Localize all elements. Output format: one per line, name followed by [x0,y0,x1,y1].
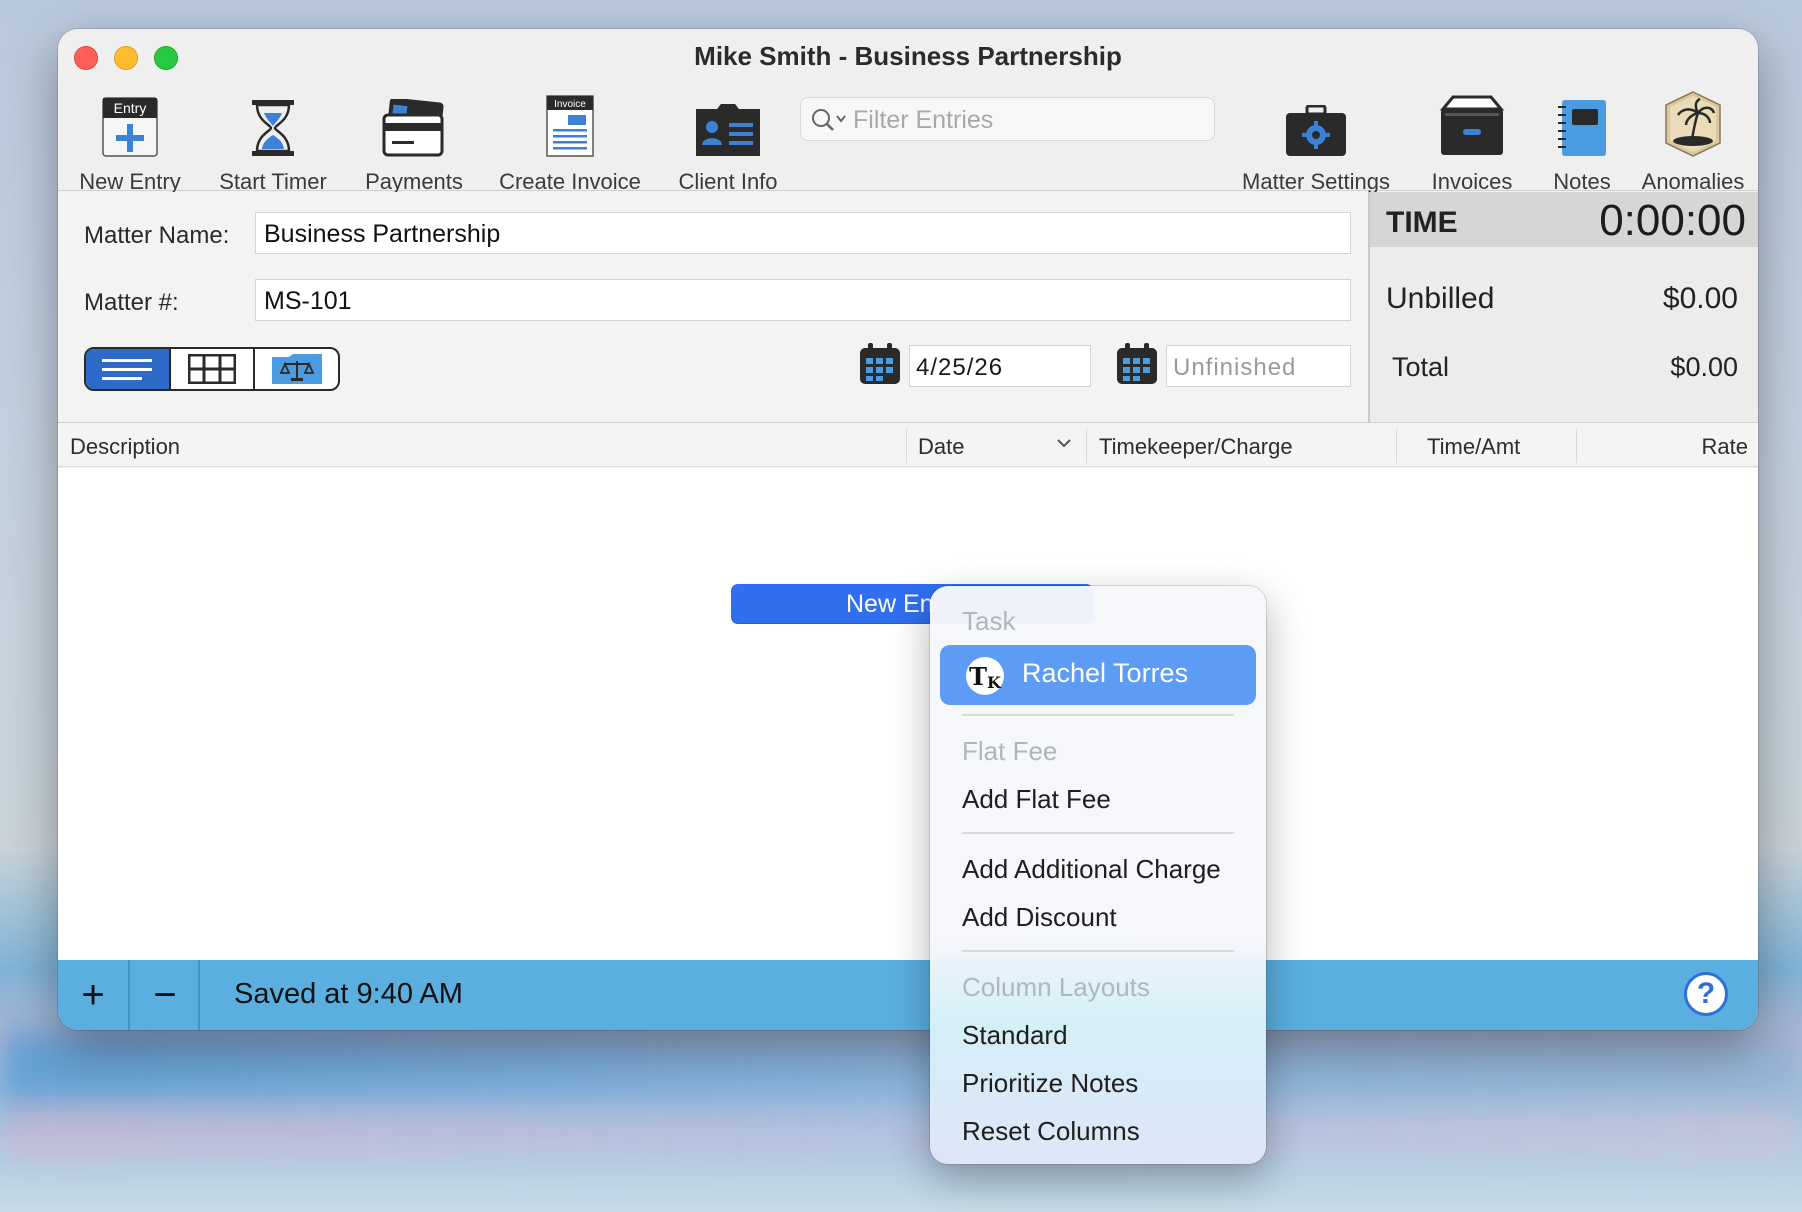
title-toolbar: Mike Smith - Business Partnership Entry … [58,29,1758,194]
help-icon[interactable]: ? [1684,972,1728,1016]
summary-panel: TIME 0:00:00 Unbilled $0.00 Total $0.00 [1368,192,1758,422]
divider [198,960,200,1030]
desktop-wallpaper-band [0,1100,1802,1160]
column-date[interactable]: Date [918,434,964,460]
column-timekeeper-charge[interactable]: Timekeeper/Charge [1099,434,1293,460]
notes-button[interactable]: Notes [1542,85,1622,195]
matter-name-label: Matter Name: [84,222,230,249]
column-divider [1396,429,1397,463]
column-description[interactable]: Description [70,434,180,460]
hourglass-icon [208,85,338,157]
menu-item-prioritize-notes[interactable]: Prioritize Notes [962,1068,1138,1099]
desktop-wallpaper-band [0,1030,1802,1110]
notebook-icon [1542,85,1622,157]
start-date-field[interactable]: 4/25/26 [909,345,1091,387]
svg-text:Entry: Entry [114,100,147,116]
start-date-calendar-icon[interactable] [858,342,902,391]
payments-button[interactable]: Payments [358,85,470,195]
briefcase-gear-icon [1234,85,1398,157]
unbilled-label: Unbilled [1386,282,1495,315]
menu-header-flat-fee: Flat Fee [962,736,1058,766]
folder-view-segment[interactable] [255,349,338,389]
app-window: Mike Smith - Business Partnership Entry … [58,29,1758,1030]
window-title: Mike Smith - Business Partnership [694,41,1122,71]
time-label: TIME [1386,206,1458,239]
matter-number-label: Matter #: [84,289,179,316]
remove-entry-button[interactable]: − [130,960,200,1030]
matter-name-field[interactable]: Business Partnership [255,212,1351,254]
timekeeper-avatar-icon: TK [966,657,1004,695]
new-entry-icon: Entry [72,85,188,157]
entries-table-header: Description Date Timekeeper/Charge Time/… [58,422,1758,467]
menu-item-standard[interactable]: Standard [962,1020,1068,1051]
menu-item-timekeeper[interactable]: TK Rachel Torres [940,645,1256,705]
matter-form: Matter Name: Business Partnership Matter… [58,192,1368,422]
total-value: $0.00 [1670,352,1738,382]
unbilled-value: $0.00 [1662,282,1738,315]
invoice-document-icon: Invoice [490,85,650,157]
start-timer-button[interactable]: Start Timer [208,85,338,195]
view-mode-segmented-control [84,347,340,391]
column-divider [906,429,907,463]
menu-header-column-layouts: Column Layouts [962,972,1150,1002]
total-label: Total [1392,352,1450,382]
grid-view-segment[interactable] [171,349,256,389]
status-bar: + − Saved at 9:40 AM ? [58,960,1758,1030]
file-drawer-icon [1422,85,1522,157]
entries-table-body [58,468,1758,991]
menu-header-task: Task [962,606,1016,636]
matter-settings-button[interactable]: Matter Settings [1234,85,1398,195]
list-view-segment[interactable] [86,349,171,389]
time-value: 0:00:00 [1599,196,1746,245]
new-entry-button[interactable]: Entry New Entry [72,85,188,195]
svg-text:Invoice: Invoice [554,99,586,110]
credit-card-icon [358,85,470,157]
column-divider [1086,429,1087,463]
end-date-field[interactable]: Unfinished [1166,345,1351,387]
anomalies-button[interactable]: Anomalies [1638,85,1748,195]
grid-icon [188,354,236,384]
folder-scales-icon [271,354,322,384]
client-info-button[interactable]: Client Info [668,85,788,195]
menu-separator [962,950,1234,952]
menu-separator [962,832,1234,834]
sort-chevron-down-icon[interactable] [1056,437,1072,449]
add-entry-button[interactable]: + [58,960,128,1030]
matter-number-field[interactable]: MS-101 [255,279,1351,321]
filter-entries-search[interactable]: Filter Entries [800,97,1215,141]
list-lines-icon [102,359,153,380]
saved-status-text: Saved at 9:40 AM [234,978,463,1010]
column-time-amt[interactable]: Time/Amt [1427,434,1520,460]
menu-item-add-discount[interactable]: Add Discount [962,902,1117,933]
menu-item-reset-columns[interactable]: Reset Columns [962,1116,1140,1147]
create-invoice-button[interactable]: Invoice Create Invoice [490,85,650,195]
new-entry-menu: Task TK Rachel Torres Flat Fee Add Flat … [930,586,1266,1164]
menu-item-add-additional-charge[interactable]: Add Additional Charge [962,854,1221,885]
menu-item-add-flat-fee[interactable]: Add Flat Fee [962,784,1111,815]
contact-card-icon [668,85,788,157]
search-icon [812,109,846,131]
column-rate[interactable]: Rate [1702,434,1748,460]
menu-separator [962,714,1234,716]
end-date-calendar-icon[interactable] [1115,342,1159,391]
time-band: TIME 0:00:00 [1370,192,1758,247]
column-divider [1576,429,1577,463]
timekeeper-name: Rachel Torres [1022,658,1189,688]
invoices-button[interactable]: Invoices [1422,85,1522,195]
filter-entries-placeholder: Filter Entries [853,106,994,134]
palm-island-icon [1638,85,1748,157]
